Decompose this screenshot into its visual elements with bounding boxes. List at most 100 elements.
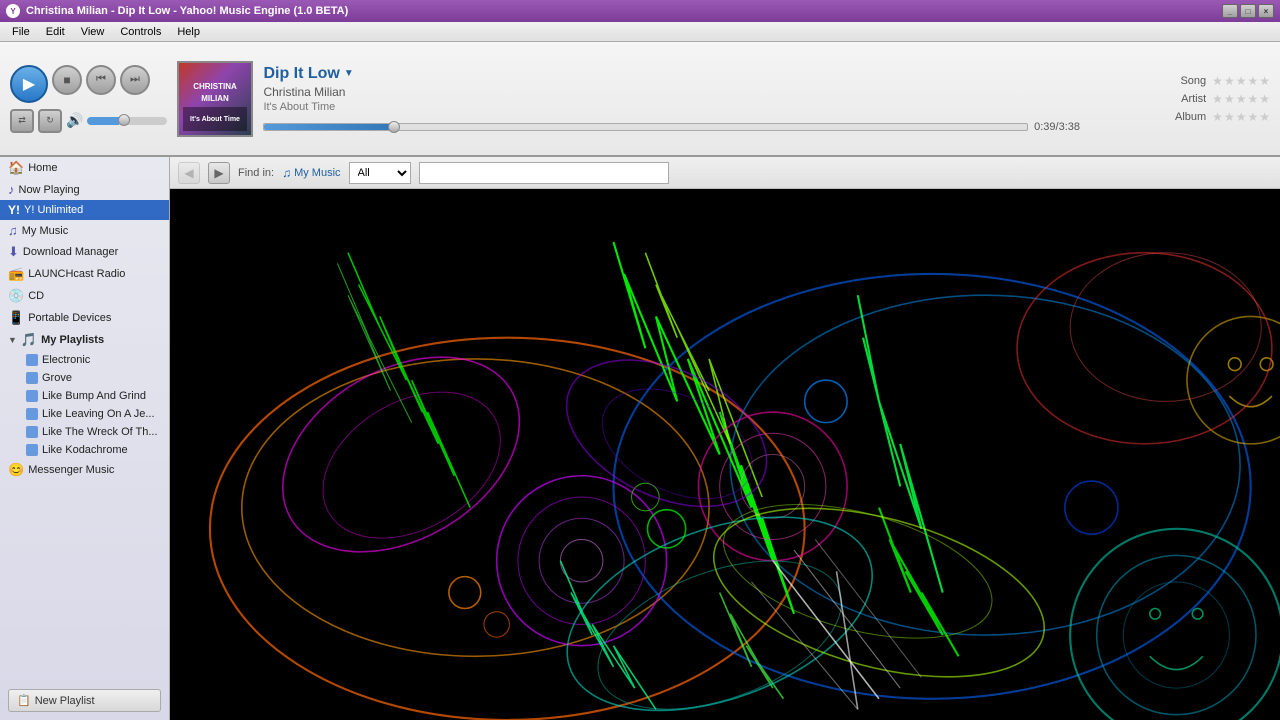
player-area: ▶ ■ ⏮ ⏭ ⇄ ↻ 🔊 (0, 42, 1280, 157)
star-1[interactable]: ★ (1212, 74, 1223, 88)
sidebar-item-home[interactable]: 🏠 Home (0, 157, 169, 179)
forward-button[interactable]: ▶ (208, 162, 230, 184)
new-playlist-icon: 📋 (17, 694, 31, 707)
artist-rating-stars[interactable]: ★ ★ ★ ★ ★ (1212, 92, 1270, 106)
star-2[interactable]: ★ (1224, 74, 1235, 88)
album-art-image: CHRISTINA MILIAN It's About Time (179, 63, 251, 135)
sidebar-playlist-grove[interactable]: Grove (0, 369, 169, 387)
track-title: Dip It Low (263, 65, 339, 83)
find-in-text: My Music (294, 167, 340, 179)
playlist-label: Like The Wreck Of Th... (42, 426, 158, 438)
album-rating-stars[interactable]: ★ ★ ★ ★ ★ (1212, 110, 1270, 124)
sidebar-item-launchcast[interactable]: 📻 LAUNCHcast Radio (0, 263, 169, 285)
svg-text:CHRISTINA: CHRISTINA (194, 82, 238, 91)
menu-controls[interactable]: Controls (112, 24, 169, 40)
menu-view[interactable]: View (73, 24, 113, 40)
star-a2[interactable]: ★ (1224, 92, 1235, 106)
sidebar-item-unlimited[interactable]: Y! Y! Unlimited (0, 200, 169, 220)
sidebar-download-label: Download Manager (23, 246, 118, 258)
star-a4[interactable]: ★ (1247, 92, 1258, 106)
track-info: Dip It Low ▼ Christina Milian It's About… (263, 65, 1080, 133)
new-playlist-button[interactable]: 📋 New Playlist (8, 689, 161, 712)
playlist-icon (26, 426, 38, 438)
star-a3[interactable]: ★ (1236, 92, 1247, 106)
main-layout: 🏠 Home ♪ Now Playing Y! Y! Unlimited ♫ M… (0, 157, 1280, 720)
sidebar-playlists-label: My Playlists (41, 334, 104, 346)
star-b2[interactable]: ★ (1224, 110, 1235, 124)
track-title-row: Dip It Low ▼ (263, 65, 1080, 83)
find-dropdown[interactable]: All Title Artist Album (349, 162, 411, 184)
maximize-button[interactable]: □ (1240, 4, 1256, 18)
prev-button[interactable]: ⏮ (86, 65, 116, 95)
sidebar-item-messenger[interactable]: 😊 Messenger Music (0, 459, 169, 481)
star-a5[interactable]: ★ (1259, 92, 1270, 106)
next-button[interactable]: ⏭ (120, 65, 150, 95)
sidebar-playlist-kodachrome[interactable]: Like Kodachrome (0, 441, 169, 459)
sidebar-item-cd[interactable]: 💿 CD (0, 285, 169, 307)
sidebar-item-portable-devices[interactable]: 📱 Portable Devices (0, 307, 169, 329)
sidebar-item-my-music[interactable]: ♫ My Music (0, 220, 169, 241)
sidebar-unlimited-label: Y! Unlimited (24, 204, 83, 216)
download-icon: ⬇ (8, 244, 19, 260)
star-4[interactable]: ★ (1247, 74, 1258, 88)
sidebar-cd-label: CD (28, 290, 44, 302)
star-a1[interactable]: ★ (1212, 92, 1223, 106)
play-button[interactable]: ▶ (10, 65, 48, 103)
stop-button[interactable]: ■ (52, 65, 82, 95)
sidebar-playlist-leaving[interactable]: Like Leaving On A Je... (0, 405, 169, 423)
album-art: CHRISTINA MILIAN It's About Time (177, 61, 253, 137)
track-artist: Christina Milian (263, 85, 1080, 99)
content-toolbar: ◀ ▶ Find in: ♫ My Music All Title Artist… (170, 157, 1280, 189)
ratings-panel: Song ★ ★ ★ ★ ★ Artist ★ ★ ★ ★ ★ Album ★ (1090, 74, 1270, 124)
volume-icon: 🔊 (66, 112, 83, 129)
close-button[interactable]: × (1258, 4, 1274, 18)
sidebar-playlist-wreck[interactable]: Like The Wreck Of Th... (0, 423, 169, 441)
track-dropdown-arrow[interactable]: ▼ (344, 68, 354, 79)
back-button[interactable]: ◀ (178, 162, 200, 184)
sidebar: 🏠 Home ♪ Now Playing Y! Y! Unlimited ♫ M… (0, 157, 170, 720)
playlist-icon (26, 354, 38, 366)
search-input[interactable] (419, 162, 669, 184)
minimize-button[interactable]: _ (1222, 4, 1238, 18)
playlists-icon: 🎵 (21, 332, 37, 348)
sidebar-playlists-header[interactable]: ▼ 🎵 My Playlists (0, 329, 169, 351)
repeat-button[interactable]: ↻ (38, 109, 62, 133)
window-title: Christina Milian - Dip It Low - Yahoo! M… (26, 5, 348, 17)
title-bar-controls[interactable]: _ □ × (1222, 4, 1274, 18)
song-rating-label: Song (1168, 75, 1206, 87)
track-album: It's About Time (263, 101, 1080, 113)
volume-thumb (118, 114, 130, 126)
visualizer (170, 189, 1280, 720)
volume-slider[interactable] (87, 117, 167, 125)
star-b4[interactable]: ★ (1247, 110, 1258, 124)
star-5[interactable]: ★ (1259, 74, 1270, 88)
star-b5[interactable]: ★ (1259, 110, 1270, 124)
sidebar-playlist-bump[interactable]: Like Bump And Grind (0, 387, 169, 405)
find-in-label: Find in: (238, 167, 274, 179)
time-display: 0:39/3:38 (1034, 121, 1080, 133)
sidebar-item-now-playing[interactable]: ♪ Now Playing (0, 179, 169, 200)
sidebar-playlist-electronic[interactable]: Electronic (0, 351, 169, 369)
artist-rating-row: Artist ★ ★ ★ ★ ★ (1168, 92, 1270, 106)
menu-file[interactable]: File (4, 24, 38, 40)
sidebar-item-download-manager[interactable]: ⬇ Download Manager (0, 241, 169, 263)
song-rating-stars[interactable]: ★ ★ ★ ★ ★ (1212, 74, 1270, 88)
menu-help[interactable]: Help (169, 24, 208, 40)
title-bar: Y Christina Milian - Dip It Low - Yahoo!… (0, 0, 1280, 22)
progress-bar[interactable] (263, 123, 1028, 131)
sidebar-launchcast-label: LAUNCHcast Radio (28, 268, 125, 280)
menu-edit[interactable]: Edit (38, 24, 73, 40)
now-playing-icon: ♪ (8, 182, 15, 197)
shuffle-button[interactable]: ⇄ (10, 109, 34, 133)
playlist-icon (26, 372, 38, 384)
menu-bar: File Edit View Controls Help (0, 22, 1280, 42)
home-icon: 🏠 (8, 160, 24, 176)
star-3[interactable]: ★ (1236, 74, 1247, 88)
star-b3[interactable]: ★ (1236, 110, 1247, 124)
star-b1[interactable]: ★ (1212, 110, 1223, 124)
unlimited-icon: Y! (8, 203, 20, 217)
playlist-label: Electronic (42, 354, 90, 366)
title-bar-left: Y Christina Milian - Dip It Low - Yahoo!… (6, 4, 348, 18)
sidebar-my-music-label: My Music (22, 225, 68, 237)
sidebar-portable-label: Portable Devices (28, 312, 111, 324)
